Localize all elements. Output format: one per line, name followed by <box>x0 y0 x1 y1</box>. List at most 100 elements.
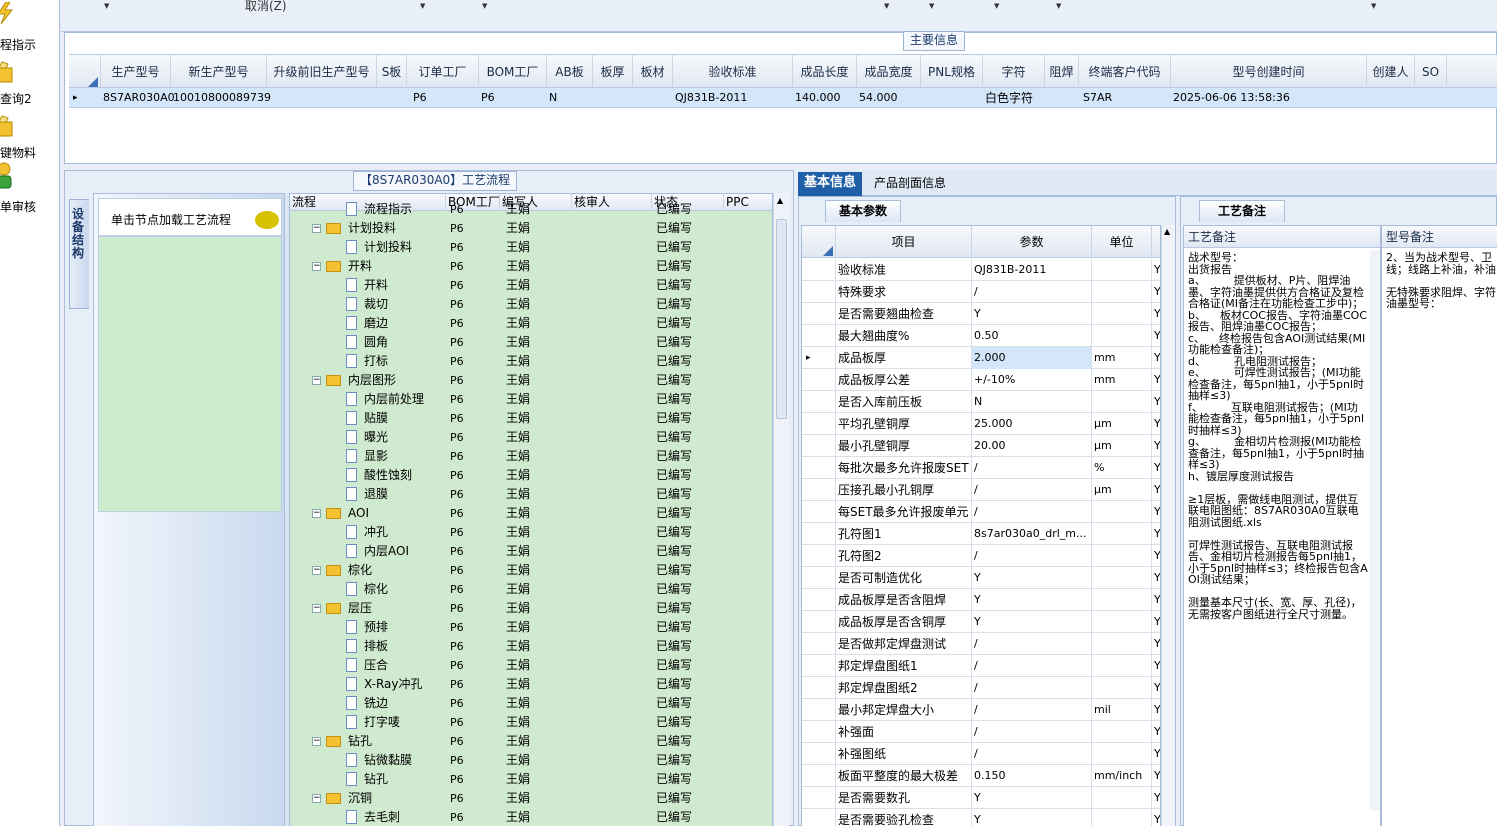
param-row[interactable]: 特殊要求 / Y <box>802 281 1160 303</box>
cell[interactable]: P6 <box>481 88 495 108</box>
cell-name[interactable]: 棕化 <box>348 561 372 580</box>
cell-writer[interactable]: 王娟 <box>506 428 530 447</box>
tree-row[interactable]: 内层AOI P6 王娟 已编写 <box>290 542 772 561</box>
collapse-toggle-icon[interactable]: − <box>312 737 321 746</box>
cell-name[interactable]: 钻微黏膜 <box>364 751 412 770</box>
cell-item[interactable]: 补强面 <box>836 721 972 743</box>
scrollbar[interactable]: ▲ <box>1161 225 1175 826</box>
cell-writer[interactable]: 王娟 <box>506 504 530 523</box>
cell-name[interactable]: 计划投料 <box>364 238 412 257</box>
row-selector[interactable] <box>802 479 836 501</box>
cell-name[interactable]: 层压 <box>348 599 372 618</box>
cell-value[interactable]: / <box>972 699 1092 721</box>
cell-name[interactable]: 排板 <box>364 637 388 656</box>
tree-row[interactable]: − 计划投料 P6 王娟 已编写 <box>290 219 772 238</box>
cell-status[interactable]: 已编写 <box>656 333 692 352</box>
cell-flag[interactable]: Y <box>1152 391 1160 413</box>
cell-value[interactable]: Y <box>972 303 1092 325</box>
cell-factory[interactable]: P6 <box>450 523 464 542</box>
cell-factory[interactable]: P6 <box>450 200 464 219</box>
cell-unit[interactable]: mm/inch <box>1092 765 1152 787</box>
tree-row[interactable]: 开料 P6 王娟 已编写 <box>290 276 772 295</box>
cell-status[interactable]: 已编写 <box>656 732 692 751</box>
cell-factory[interactable]: P6 <box>450 504 464 523</box>
cell-status[interactable]: 已编写 <box>656 295 692 314</box>
row-selector[interactable] <box>802 435 836 457</box>
cell-flag[interactable]: Y <box>1152 567 1160 589</box>
cell-writer[interactable]: 王娟 <box>506 656 530 675</box>
row-selector[interactable] <box>802 765 836 787</box>
cell-status[interactable]: 已编写 <box>656 428 692 447</box>
collapse-toggle-icon[interactable]: − <box>312 224 321 233</box>
col-header[interactable]: 板材 <box>633 55 673 89</box>
cell-unit[interactable] <box>1092 303 1152 325</box>
cell-item[interactable]: 每SET最多允许报废单元 <box>836 501 972 523</box>
cell-name[interactable]: 裁切 <box>364 295 388 314</box>
cell-factory[interactable]: P6 <box>450 390 464 409</box>
cell-factory[interactable]: P6 <box>450 542 464 561</box>
cell-factory[interactable]: P6 <box>450 789 464 808</box>
cell-writer[interactable]: 王娟 <box>506 352 530 371</box>
tree-row[interactable]: − AOI P6 王娟 已编写 <box>290 504 772 523</box>
cell-writer[interactable]: 王娟 <box>506 409 530 428</box>
cell-unit[interactable]: mil <box>1092 699 1152 721</box>
row-selector[interactable] <box>802 369 836 391</box>
cell-value[interactable]: Y <box>972 809 1092 826</box>
cell-flag[interactable]: Y <box>1152 347 1160 369</box>
cell-flag[interactable]: Y <box>1152 435 1160 457</box>
cell-factory[interactable]: P6 <box>450 409 464 428</box>
cell-name[interactable]: 流程指示 <box>364 200 412 219</box>
param-row[interactable]: 每批次最多允许报废SET /% Y <box>802 457 1160 479</box>
tree-row[interactable]: 棕化 P6 王娟 已编写 <box>290 580 772 599</box>
cell-value[interactable]: Y <box>972 611 1092 633</box>
dropdown-caret-icon[interactable]: ▼ <box>1371 2 1376 10</box>
tab-basic-info[interactable]: 基本信息 <box>798 172 863 196</box>
cell-value[interactable]: Y <box>972 567 1092 589</box>
col-header[interactable]: PNL规格 <box>921 55 983 89</box>
cell-value[interactable]: / <box>972 545 1092 567</box>
table-row[interactable]: ▸ 8S7AR030A0 10010800089739 P6 P6 N QJ83… <box>69 88 1497 108</box>
col-header[interactable]: 验收标准 <box>673 55 793 89</box>
cell-status[interactable]: 已编写 <box>656 656 692 675</box>
cell-flag[interactable]: Y <box>1152 655 1160 677</box>
tree-row[interactable]: 酸性蚀刻 P6 王娟 已编写 <box>290 466 772 485</box>
cell-name[interactable]: 贴膜 <box>364 409 388 428</box>
cell-factory[interactable]: P6 <box>450 219 464 238</box>
cell-unit[interactable] <box>1092 677 1152 699</box>
cell-factory[interactable]: P6 <box>450 295 464 314</box>
param-row[interactable]: 成品板厚是否含阻焊 Y Y <box>802 589 1160 611</box>
cell-value[interactable]: 25.000 <box>972 413 1092 435</box>
row-selector[interactable] <box>802 655 836 677</box>
cell-value[interactable]: / <box>972 281 1092 303</box>
cell-name[interactable]: 预排 <box>364 618 388 637</box>
cell-factory[interactable]: P6 <box>450 428 464 447</box>
cell-item[interactable]: 是否需要验孔检查 <box>836 809 972 826</box>
cell-unit[interactable]: μm <box>1092 479 1152 501</box>
cell-item[interactable]: 压接孔最小孔铜厚 <box>836 479 972 501</box>
cell-status[interactable]: 已编写 <box>656 390 692 409</box>
cell-status[interactable]: 已编写 <box>656 447 692 466</box>
cell-writer[interactable]: 王娟 <box>506 276 530 295</box>
cell-value[interactable]: +/-10% <box>972 369 1092 391</box>
tree-row[interactable]: − 棕化 P6 王娟 已编写 <box>290 561 772 580</box>
cell-factory[interactable]: P6 <box>450 276 464 295</box>
cell-writer[interactable]: 王娟 <box>506 751 530 770</box>
cell-writer[interactable]: 王娟 <box>506 618 530 637</box>
cell-name[interactable]: 退膜 <box>364 485 388 504</box>
cell-factory[interactable]: P6 <box>450 466 464 485</box>
cell[interactable]: 10010800089739 <box>173 88 271 108</box>
cell-writer[interactable]: 王娟 <box>506 694 530 713</box>
tree-row[interactable]: 贴膜 P6 王娟 已编写 <box>290 409 772 428</box>
cell-name[interactable]: 曝光 <box>364 428 388 447</box>
cell-status[interactable]: 已编写 <box>656 523 692 542</box>
tree-row[interactable]: 打标 P6 王娟 已编写 <box>290 352 772 371</box>
cell-factory[interactable]: P6 <box>450 561 464 580</box>
nav-item-review[interactable]: 单审核 <box>0 162 59 216</box>
dropdown-caret-icon[interactable]: ▼ <box>420 2 425 10</box>
cell-status[interactable]: 已编写 <box>656 219 692 238</box>
cell-status[interactable]: 已编写 <box>656 504 692 523</box>
col-header[interactable]: S板 <box>377 55 407 89</box>
scrollbar[interactable]: ▲ <box>773 193 789 826</box>
cell-unit[interactable]: mm <box>1092 369 1152 391</box>
cell-status[interactable]: 已编写 <box>656 276 692 295</box>
